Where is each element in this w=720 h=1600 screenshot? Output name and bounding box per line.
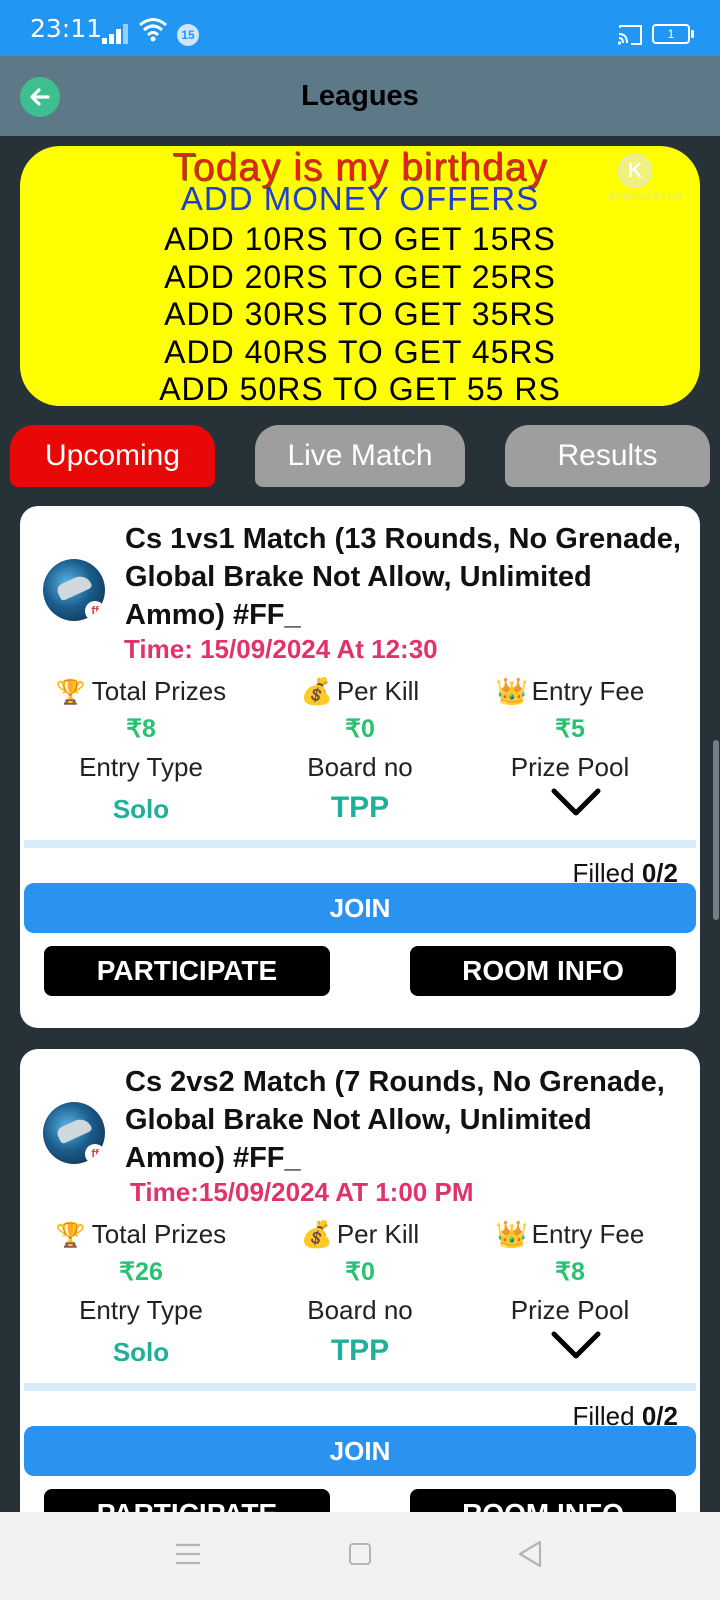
progress-track	[24, 1383, 696, 1391]
per-kill-label: 💰 Per Kill	[300, 1219, 420, 1249]
tab-live-match[interactable]: Live Match	[255, 425, 465, 487]
back-triangle-icon[interactable]	[517, 1540, 543, 1568]
banner-offer-line: ADD 50RS TO GET 55 RS	[159, 371, 561, 406]
banner-subheadline: ADD MONEY OFFERS	[180, 180, 540, 217]
participate-button[interactable]: PARTICIPATE	[44, 946, 330, 996]
status-bar: 23:11 15 1	[0, 0, 720, 56]
entry-type-value: Solo	[112, 1337, 170, 1367]
cast-icon	[617, 25, 642, 45]
match-time: Time:15/09/2024 AT 1:00 PM	[130, 1177, 474, 1207]
promo-banner[interactable]: Today is my birthday ADD MONEY OFFERS AD…	[20, 146, 700, 406]
entry-fee-label: 👑 Entry Fee	[495, 1219, 645, 1249]
status-time: 23:11	[30, 14, 103, 43]
game-badge-icon: ff	[85, 601, 105, 621]
game-avatar: ff	[43, 1102, 105, 1164]
prize-pool-label: Prize Pool	[510, 752, 630, 782]
crown-icon: 👑	[495, 1219, 529, 1249]
notification-count-badge: 15	[177, 24, 199, 46]
wifi-icon	[139, 18, 167, 42]
match-time: Time: 15/09/2024 At 12:30	[124, 634, 438, 664]
entry-fee-value: ₹5	[555, 715, 585, 743]
tab-upcoming[interactable]: Upcoming	[10, 425, 215, 487]
banner-offer-line: ADD 20RS TO GET 25RS	[164, 259, 556, 295]
chevron-down-icon[interactable]	[550, 786, 602, 818]
scrollbar[interactable]	[713, 740, 719, 920]
entry-type-label: Entry Type	[79, 752, 203, 782]
kinemaster-logo-icon: K	[618, 154, 652, 188]
game-badge-icon: ff	[85, 1144, 105, 1164]
crown-icon: 👑	[495, 676, 529, 706]
board-no-label: Board no	[307, 1295, 413, 1325]
home-icon[interactable]	[349, 1543, 371, 1565]
entry-type-label: Entry Type	[79, 1295, 203, 1325]
board-no-value: TPP	[330, 1334, 390, 1367]
banner-offer-line: ADD 40RS TO GET 45RS	[164, 334, 556, 370]
join-button[interactable]: JOIN	[24, 883, 696, 933]
total-prizes-value: ₹26	[119, 1258, 163, 1286]
trophy-icon: 🏆	[55, 679, 86, 706]
progress-track	[24, 840, 696, 848]
banner-offer-line: ADD 10RS TO GET 15RS	[164, 221, 556, 257]
per-kill-value: ₹0	[345, 715, 375, 743]
page-title: Leagues	[301, 80, 419, 112]
entry-fee-value: ₹8	[555, 1258, 585, 1286]
board-no-value: TPP	[330, 791, 390, 824]
board-no-label: Board no	[307, 752, 413, 782]
total-prizes-label: 🏆 Total Prizes	[55, 1219, 227, 1249]
total-prizes-value: ₹8	[126, 715, 156, 743]
match-card: ff Cs 1vs1 Match (13 Rounds, No Grenade,…	[20, 506, 700, 1028]
entry-fee-label: 👑 Entry Fee	[495, 676, 645, 706]
room-info-button[interactable]: ROOM INFO	[410, 946, 676, 996]
tab-results[interactable]: Results	[505, 425, 710, 487]
app-bar: Leagues	[0, 56, 720, 136]
game-avatar: ff	[43, 559, 105, 621]
money-bag-icon: 💰	[300, 676, 334, 706]
prize-pool-label: Prize Pool	[510, 1295, 630, 1325]
money-bag-icon: 💰	[300, 1219, 334, 1249]
total-prizes-label: 🏆 Total Prizes	[55, 676, 227, 706]
entry-type-value: Solo	[112, 794, 170, 824]
per-kill-label: 💰 Per Kill	[300, 676, 420, 706]
match-title: Cs 2vs2 Match (7 Rounds, No Grenade, Glo…	[125, 1066, 665, 1174]
chevron-down-icon[interactable]	[550, 1329, 602, 1361]
trophy-icon: 🏆	[55, 1222, 86, 1249]
system-nav-bar	[0, 1512, 720, 1600]
banner-offer-line: ADD 30RS TO GET 35RS	[164, 296, 556, 332]
join-button[interactable]: JOIN	[24, 1426, 696, 1476]
signal-icon	[102, 22, 132, 44]
kinemaster-watermark: KINEMASTER	[608, 192, 684, 203]
per-kill-value: ₹0	[345, 1258, 375, 1286]
recent-apps-icon[interactable]	[175, 1543, 201, 1565]
battery-icon: 1	[652, 24, 694, 44]
match-title: Cs 1vs1 Match (13 Rounds, No Grenade, Gl…	[125, 523, 681, 631]
